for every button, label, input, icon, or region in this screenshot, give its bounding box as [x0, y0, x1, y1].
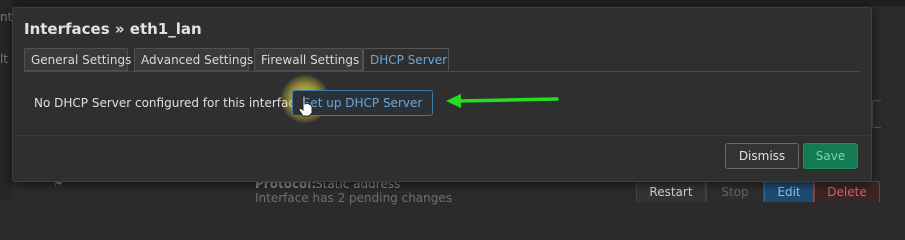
background-text-fragment: nt [0, 10, 13, 24]
dismiss-button[interactable]: Dismiss [725, 143, 799, 169]
background-input-edge [872, 100, 881, 128]
tab-firewall-settings[interactable]: Firewall Settings [254, 48, 363, 71]
modal-title: Interfaces » eth1_lan [24, 20, 202, 38]
background-topbar [0, 0, 905, 6]
edit-button[interactable]: Edit [764, 181, 814, 202]
tab-divider [24, 71, 860, 72]
stop-button[interactable]: Stop [706, 181, 764, 202]
modal-footer-divider [13, 135, 871, 136]
green-arrow-icon [446, 94, 559, 108]
save-button[interactable]: Save [803, 143, 858, 169]
interface-modal: Interfaces » eth1_lan General Settings A… [12, 7, 872, 182]
tab-advanced-settings[interactable]: Advanced Settings [134, 48, 253, 71]
background-text-fragment: lt [0, 52, 9, 66]
restart-button[interactable]: Restart [636, 181, 706, 202]
hand-cursor-icon [298, 95, 313, 117]
pending-changes-note: Interface has 2 pending changes [255, 191, 453, 205]
tab-general-settings[interactable]: General Settings [24, 48, 131, 71]
no-dhcp-message: No DHCP Server configured for this inter… [34, 96, 303, 110]
delete-button[interactable]: Delete [814, 181, 880, 202]
tab-dhcp-server[interactable]: DHCP Server [363, 48, 449, 71]
background-left-panel [0, 0, 12, 201]
